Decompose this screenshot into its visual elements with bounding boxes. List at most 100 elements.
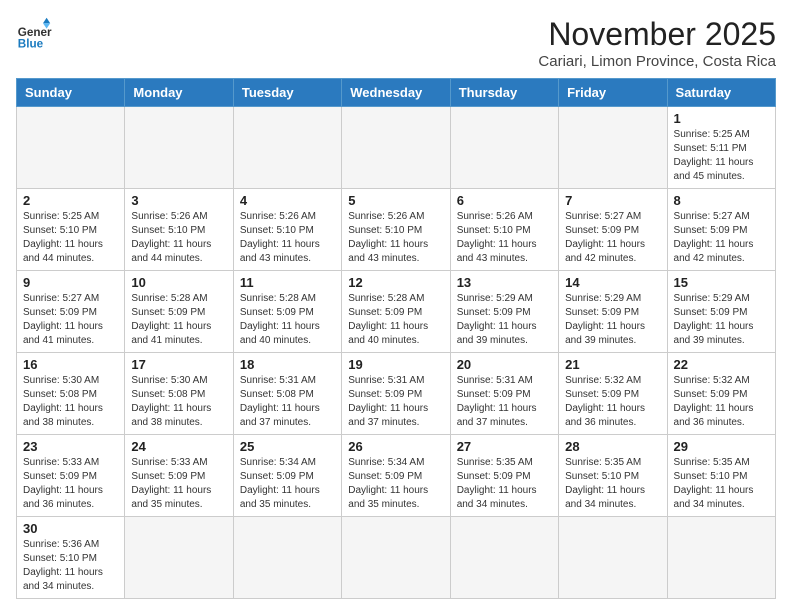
day-info: Sunrise: 5:31 AM Sunset: 5:08 PM Dayligh… [240, 374, 335, 430]
day-info: Sunrise: 5:26 AM Sunset: 5:10 PM Dayligh… [131, 210, 226, 266]
day-info: Sunrise: 5:27 AM Sunset: 5:09 PM Dayligh… [23, 292, 118, 348]
day-number: 16 [23, 357, 118, 372]
day-number: 12 [348, 275, 443, 290]
day-info: Sunrise: 5:34 AM Sunset: 5:09 PM Dayligh… [348, 456, 443, 512]
calendar-table: SundayMondayTuesdayWednesdayThursdayFrid… [16, 78, 776, 599]
day-number: 13 [457, 275, 552, 290]
day-info: Sunrise: 5:28 AM Sunset: 5:09 PM Dayligh… [131, 292, 226, 348]
day-number: 24 [131, 439, 226, 454]
logo-icon: General Blue [16, 16, 52, 52]
calendar-cell: 17Sunrise: 5:30 AM Sunset: 5:08 PM Dayli… [125, 353, 233, 435]
day-info: Sunrise: 5:32 AM Sunset: 5:09 PM Dayligh… [565, 374, 660, 430]
calendar-cell: 22Sunrise: 5:32 AM Sunset: 5:09 PM Dayli… [667, 353, 775, 435]
day-info: Sunrise: 5:26 AM Sunset: 5:10 PM Dayligh… [348, 210, 443, 266]
calendar-cell: 1 Sunrise: 5:25 AM Sunset: 5:11 PM Daylig… [667, 107, 775, 189]
day-number: 18 [240, 357, 335, 372]
calendar-cell [233, 107, 341, 189]
day-info: Sunrise: 5:33 AM Sunset: 5:09 PM Dayligh… [23, 456, 118, 512]
calendar-cell [17, 107, 125, 189]
calendar-week-row: 1 Sunrise: 5:25 AM Sunset: 5:11 PM Daylig… [17, 107, 776, 189]
calendar-cell [559, 517, 667, 599]
calendar-cell: 20Sunrise: 5:31 AM Sunset: 5:09 PM Dayli… [450, 353, 558, 435]
day-number: 6 [457, 193, 552, 208]
calendar-cell: 9Sunrise: 5:27 AM Sunset: 5:09 PM Daylig… [17, 271, 125, 353]
calendar-week-row: 9Sunrise: 5:27 AM Sunset: 5:09 PM Daylig… [17, 271, 776, 353]
day-number: 28 [565, 439, 660, 454]
day-number: 29 [674, 439, 769, 454]
calendar-cell: 18 Sunrise: 5:31 AM Sunset: 5:08 PM Dayli… [233, 353, 341, 435]
day-number: 8 [674, 193, 769, 208]
day-info: Sunrise: 5:35 AM Sunset: 5:10 PM Dayligh… [674, 456, 769, 512]
title-block: November 2025 Cariari, Limon Province, C… [538, 16, 776, 70]
calendar-cell [450, 107, 558, 189]
calendar-week-row: 2 Sunrise: 5:25 AM Sunset: 5:10 PM Daylig… [17, 189, 776, 271]
calendar-cell: 24 Sunrise: 5:33 AM Sunset: 5:09 PM Dayli… [125, 435, 233, 517]
weekday-header-sunday: Sunday [17, 79, 125, 107]
day-info: Sunrise: 5:28 AM Sunset: 5:09 PM Dayligh… [348, 292, 443, 348]
day-info: Sunrise: 5:25 AM Sunset: 5:10 PM Dayligh… [23, 210, 118, 266]
logo: General Blue [16, 16, 52, 52]
calendar-cell: 28Sunrise: 5:35 AM Sunset: 5:10 PM Dayli… [559, 435, 667, 517]
calendar-cell: 25 Sunrise: 5:34 AM Sunset: 5:09 PM Dayli… [233, 435, 341, 517]
calendar-cell: 7Sunrise: 5:27 AM Sunset: 5:09 PM Daylig… [559, 189, 667, 271]
calendar-cell: 16 Sunrise: 5:30 AM Sunset: 5:08 PM Dayli… [17, 353, 125, 435]
weekday-header-thursday: Thursday [450, 79, 558, 107]
month-title: November 2025 [538, 16, 776, 53]
calendar-cell: 29 Sunrise: 5:35 AM Sunset: 5:10 PM Dayli… [667, 435, 775, 517]
calendar-cell [559, 107, 667, 189]
calendar-cell: 10 Sunrise: 5:28 AM Sunset: 5:09 PM Dayli… [125, 271, 233, 353]
day-number: 2 [23, 193, 118, 208]
day-info: Sunrise: 5:33 AM Sunset: 5:09 PM Dayligh… [131, 456, 226, 512]
calendar-cell: 15Sunrise: 5:29 AM Sunset: 5:09 PM Dayli… [667, 271, 775, 353]
day-number: 23 [23, 439, 118, 454]
calendar-week-row: 16 Sunrise: 5:30 AM Sunset: 5:08 PM Dayli… [17, 353, 776, 435]
day-number: 10 [131, 275, 226, 290]
calendar-cell: 14 Sunrise: 5:29 AM Sunset: 5:09 PM Dayli… [559, 271, 667, 353]
day-number: 4 [240, 193, 335, 208]
day-info: Sunrise: 5:29 AM Sunset: 5:09 PM Dayligh… [565, 292, 660, 348]
calendar-cell [667, 517, 775, 599]
calendar-cell: 2 Sunrise: 5:25 AM Sunset: 5:10 PM Daylig… [17, 189, 125, 271]
day-info: Sunrise: 5:26 AM Sunset: 5:10 PM Dayligh… [240, 210, 335, 266]
day-number: 3 [131, 193, 226, 208]
day-number: 11 [240, 275, 335, 290]
weekday-header-saturday: Saturday [667, 79, 775, 107]
day-number: 21 [565, 357, 660, 372]
calendar-cell [125, 107, 233, 189]
day-number: 1 [674, 111, 769, 126]
day-info: Sunrise: 5:28 AM Sunset: 5:09 PM Dayligh… [240, 292, 335, 348]
calendar-cell: 8 Sunrise: 5:27 AM Sunset: 5:09 PM Daylig… [667, 189, 775, 271]
day-info: Sunrise: 5:30 AM Sunset: 5:08 PM Dayligh… [23, 374, 118, 430]
weekday-header-monday: Monday [125, 79, 233, 107]
day-number: 20 [457, 357, 552, 372]
weekday-header-wednesday: Wednesday [342, 79, 450, 107]
calendar-cell: 5 Sunrise: 5:26 AM Sunset: 5:10 PM Daylig… [342, 189, 450, 271]
day-info: Sunrise: 5:25 AM Sunset: 5:11 PM Dayligh… [674, 128, 769, 184]
day-info: Sunrise: 5:36 AM Sunset: 5:10 PM Dayligh… [23, 538, 118, 594]
day-info: Sunrise: 5:35 AM Sunset: 5:09 PM Dayligh… [457, 456, 552, 512]
calendar-cell [342, 107, 450, 189]
day-number: 5 [348, 193, 443, 208]
calendar-cell: 11 Sunrise: 5:28 AM Sunset: 5:09 PM Dayli… [233, 271, 341, 353]
day-info: Sunrise: 5:27 AM Sunset: 5:09 PM Dayligh… [674, 210, 769, 266]
day-number: 25 [240, 439, 335, 454]
day-number: 19 [348, 357, 443, 372]
day-number: 14 [565, 275, 660, 290]
weekday-header-tuesday: Tuesday [233, 79, 341, 107]
weekday-header-friday: Friday [559, 79, 667, 107]
calendar-cell: 19Sunrise: 5:31 AM Sunset: 5:09 PM Dayli… [342, 353, 450, 435]
day-info: Sunrise: 5:27 AM Sunset: 5:09 PM Dayligh… [565, 210, 660, 266]
calendar-week-row: 23 Sunrise: 5:33 AM Sunset: 5:09 PM Dayli… [17, 435, 776, 517]
calendar-cell: 27Sunrise: 5:35 AM Sunset: 5:09 PM Dayli… [450, 435, 558, 517]
calendar-cell: 3 Sunrise: 5:26 AM Sunset: 5:10 PM Daylig… [125, 189, 233, 271]
calendar-cell: 12 Sunrise: 5:28 AM Sunset: 5:09 PM Dayli… [342, 271, 450, 353]
day-info: Sunrise: 5:34 AM Sunset: 5:09 PM Dayligh… [240, 456, 335, 512]
calendar-cell [342, 517, 450, 599]
calendar-cell [125, 517, 233, 599]
day-number: 17 [131, 357, 226, 372]
day-info: Sunrise: 5:29 AM Sunset: 5:09 PM Dayligh… [457, 292, 552, 348]
day-number: 30 [23, 521, 118, 536]
calendar-cell: 23 Sunrise: 5:33 AM Sunset: 5:09 PM Dayli… [17, 435, 125, 517]
day-info: Sunrise: 5:26 AM Sunset: 5:10 PM Dayligh… [457, 210, 552, 266]
calendar-cell: 30 Sunrise: 5:36 AM Sunset: 5:10 PM Dayli… [17, 517, 125, 599]
